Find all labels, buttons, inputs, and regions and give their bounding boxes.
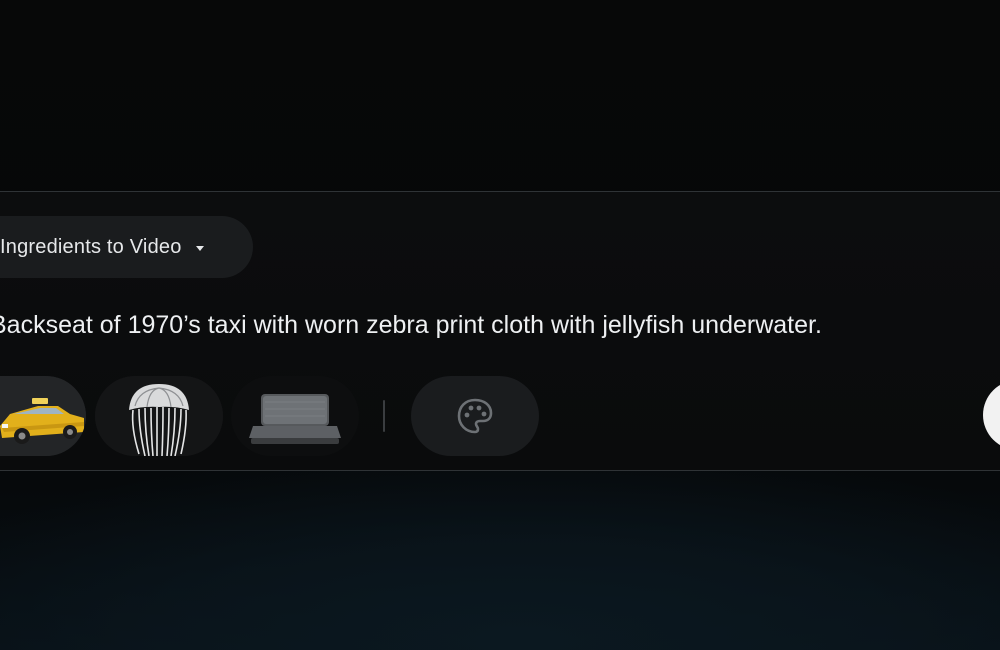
mode-dropdown-button[interactable]: Ingredients to Video	[0, 216, 253, 278]
prompt-input[interactable]: Backseat of 1970’s taxi with worn zebra …	[0, 305, 990, 345]
palette-icon	[457, 398, 493, 434]
seat-image	[231, 376, 359, 456]
app-stage: Ingredients to Video Backseat of 1970’s …	[0, 0, 1000, 650]
ingredient-thumbnail-jellyfish[interactable]	[95, 376, 223, 456]
toolbar-divider	[383, 400, 385, 432]
chevron-down-icon	[195, 245, 204, 251]
taxi-image	[0, 376, 86, 456]
ingredient-thumbnail-seat[interactable]	[231, 376, 359, 456]
mode-dropdown-label: Ingredients to Video	[0, 235, 182, 258]
jellyfish-image	[95, 376, 223, 456]
ingredient-thumbnail-taxi[interactable]	[0, 376, 86, 456]
style-button[interactable]	[411, 376, 539, 456]
prompt-text: Backseat of 1970’s taxi with worn zebra …	[0, 311, 822, 339]
